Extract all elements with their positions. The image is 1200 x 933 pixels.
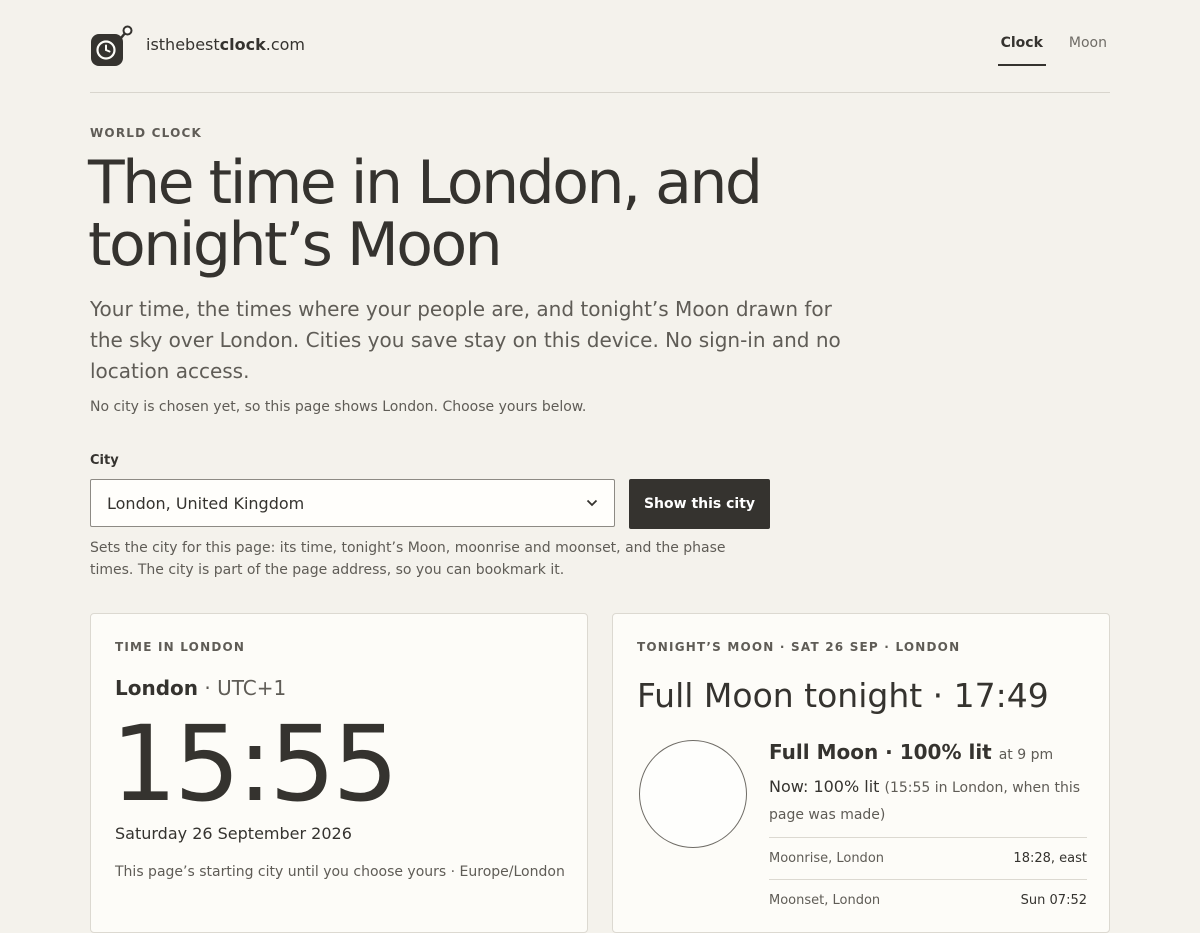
moon-info: Full Moon · 100% lit at 9 pm Now: 100% l…	[769, 740, 1087, 921]
page-lede: Your time, the times where your people a…	[90, 297, 841, 383]
timezone-line: London · UTC+1	[115, 676, 286, 700]
starting-city-note: This page’s starting city until you choo…	[115, 864, 565, 880]
clock-logo-icon[interactable]	[90, 24, 134, 68]
moonrise-row: Moonrise, London 18:28, east	[769, 837, 1087, 879]
site-header: isthebestclock.com Clock Moon	[90, 0, 1110, 93]
nav-item-moon[interactable]: Moon	[1069, 35, 1107, 66]
time-card-eyebrow: TIME IN LONDON	[115, 640, 246, 654]
city-name: London	[115, 676, 199, 700]
moon-phase-note: at 9 pm	[998, 747, 1054, 763]
full-moon-icon	[639, 740, 747, 848]
moon-phase: Full Moon · 100% lit at 9 pm	[769, 740, 1087, 764]
city-help-text: Sets the city for this page: its time, t…	[90, 540, 726, 578]
brand-link[interactable]: isthebestclock.com	[146, 35, 305, 54]
current-time: 15:55	[111, 703, 399, 825]
page: isthebestclock.com Clock Moon WORLD CLOC…	[88, 0, 1110, 933]
chevron-down-icon	[586, 499, 598, 507]
show-city-button[interactable]: Show this city	[629, 479, 770, 529]
brand-prefix: isthebest	[146, 35, 220, 54]
moon-now-text: Now: 100% lit	[769, 777, 880, 796]
moon-now: Now: 100% lit (15:55 in London, when thi…	[769, 774, 1087, 828]
moonset-value: Sun 07:52	[1020, 893, 1087, 908]
moonset-row: Moonset, London Sun 07:52	[769, 879, 1087, 921]
moon-card: TONIGHT’S MOON · SAT 26 SEP · LONDON Ful…	[612, 613, 1110, 933]
brand-bold: clock	[219, 35, 266, 54]
city-select[interactable]: London, United Kingdom	[90, 479, 615, 527]
moonrise-value: 18:28, east	[1013, 851, 1087, 866]
utc-offset: · UTC+1	[198, 676, 287, 700]
city-label: City	[90, 453, 119, 468]
current-date: Saturday 26 September 2026	[115, 824, 352, 843]
brand-suffix: .com	[265, 35, 306, 54]
page-title: The time in London, and tonight’s Moon	[88, 148, 763, 280]
section-eyebrow: WORLD CLOCK	[90, 126, 202, 140]
no-city-note: No city is chosen yet, so this page show…	[90, 399, 587, 415]
city-select-value: London, United Kingdom	[107, 493, 305, 513]
main-nav: Clock Moon	[997, 35, 1107, 66]
nav-item-clock[interactable]: Clock	[997, 35, 1046, 66]
moon-phase-text: Full Moon · 100% lit	[769, 740, 992, 764]
moonrise-label: Moonrise, London	[769, 851, 885, 866]
moon-title: Full Moon tonight · 17:49	[637, 676, 1049, 715]
moon-rows: Moonrise, London 18:28, east Moonset, Lo…	[769, 837, 1087, 921]
moon-card-eyebrow: TONIGHT’S MOON · SAT 26 SEP · LONDON	[637, 640, 961, 654]
time-card: TIME IN LONDON London · UTC+1 15:55 Satu…	[90, 613, 588, 933]
moonset-label: Moonset, London	[769, 893, 881, 908]
